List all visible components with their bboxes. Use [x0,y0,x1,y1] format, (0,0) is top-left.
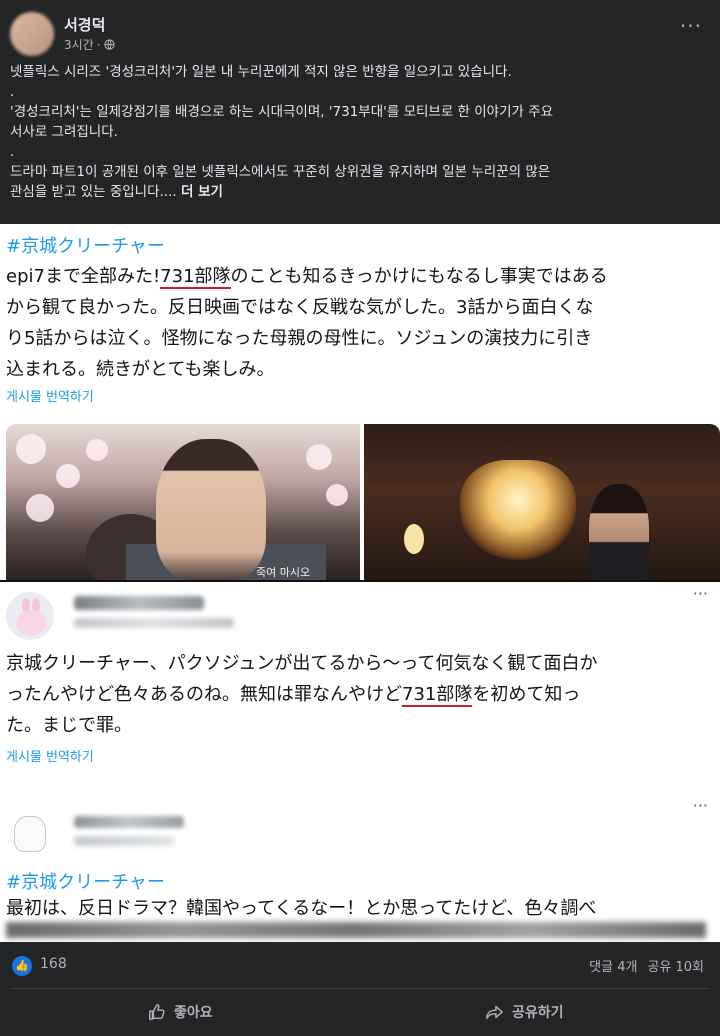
post-footer: 👍 168 댓글 4개 공유 10회 좋아요 공유하기 [0,942,720,1036]
post-line: 드라마 파트1이 공개된 이후 일본 넷플릭스에서도 꾸준히 상위권을 유지하며… [10,164,551,180]
user-avatar[interactable] [6,592,54,640]
post-line: '경성크리처'는 일제강점기를 배경으로 하는 시대극이며, '731부대'를 … [10,104,554,120]
blurred-handle [74,836,174,846]
tweet-more-icon[interactable]: ··· [693,584,708,603]
tweet-text: epi7まで全部みた!731部隊のことも知るきっかけにもなるし事実ではある から… [6,266,608,380]
tweet-text: 最初は、反日ドラマ？韓国やってくるなー！とか思ってたけど、色々調べ [6,898,597,919]
post-line: 넷플릭스 시리즈 '경성크리처'가 일본 내 누리꾼에게 적지 않은 반향을 일… [10,64,512,80]
share-arrow-icon [486,1005,503,1020]
more-dots-icon[interactable]: ··· [680,14,702,38]
tweet-more-icon[interactable]: ··· [693,796,708,815]
post-meta: 3시간 · [64,36,115,53]
post-header: 서경덕 3시간 · ··· [0,0,720,64]
photo-caption: 죽여 마시오 [256,566,311,579]
tweet-text: 京城クリーチャー、パクソジュンが出てるから〜って何気なく観て面白か ったんやけど… [6,653,598,736]
author-name[interactable]: 서경덕 [64,14,105,35]
author-avatar[interactable] [10,12,54,56]
post-line: . [10,84,15,100]
post-line: 관심을 받고 있는 중입니다.... 더 보기 [10,184,223,200]
like-label: 좋아요 [174,1005,213,1021]
divider [12,988,708,989]
blurred-username [74,816,184,828]
thumbs-up-icon [149,1004,165,1020]
highlight-731: 731部隊 [160,266,231,289]
share-count[interactable]: 공유 10회 [647,956,704,975]
highlight-731: 731部隊 [402,684,473,707]
globe-icon [103,39,115,50]
post-line: 서사로 그려집니다. [10,124,118,140]
translate-link[interactable]: 게시물 번역하기 [6,386,94,405]
chandelier [460,460,576,560]
tweet-card: ··· 京城クリーチャー、パクソジュンが出てるから〜って何気なく観て面白か った… [0,582,720,792]
tweet-card: #京城クリーチャー epi7まで全部みた!731部隊のことも知るきっかけにもなる… [0,224,720,580]
see-more-link[interactable]: 더 보기 [181,184,223,200]
blurred-username [74,596,204,610]
post-body: 넷플릭스 시리즈 '경성크리처'가 일본 내 누리꾼에게 적지 않은 반향을 일… [10,62,710,202]
like-reaction-icon[interactable]: 👍 [12,956,32,976]
share-label: 공유하기 [512,1005,564,1021]
cut-off-text [6,922,706,938]
post-line: . [10,144,15,160]
like-button[interactable]: 좋아요 [148,996,213,1028]
embedded-screenshots[interactable]: #京城クリーチャー epi7まで全部みた!731部隊のことも知るきっかけにもなる… [0,224,720,942]
tweet-card: ··· #京城クリーチャー 最初は、反日ドラマ？韓国やってくるなー！とか思ってた… [0,792,720,942]
comment-count[interactable]: 댓글 4개 [589,956,637,975]
hashtag-link[interactable]: #京城クリーチャー [6,868,165,894]
post-stats: 댓글 4개 공유 10회 [589,956,704,975]
blurred-handle [74,618,234,628]
user-avatar[interactable] [14,816,46,852]
drama-still-left[interactable]: 죽여 마시오 [6,424,360,580]
reaction-count[interactable]: 168 [40,956,67,972]
hashtag-link[interactable]: #京城クリーチャー [6,232,165,258]
drama-still-right[interactable] [364,424,720,580]
share-button[interactable]: 공유하기 [486,996,564,1028]
translate-link[interactable]: 게시물 번역하기 [6,746,94,765]
post-time[interactable]: 3시간 [64,36,94,53]
